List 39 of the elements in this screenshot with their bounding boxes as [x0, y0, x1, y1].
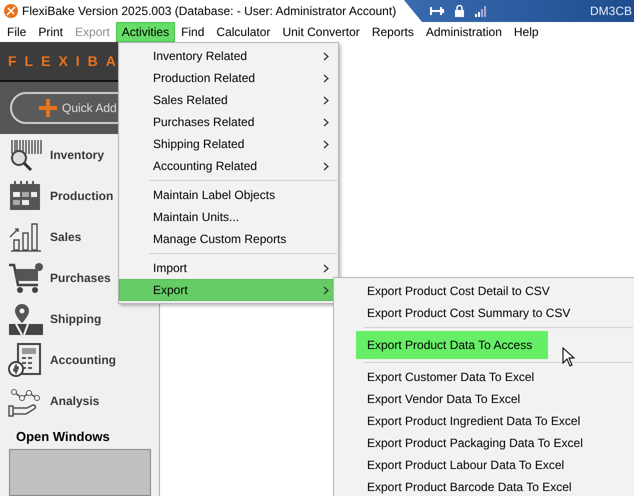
app-logo-icon	[4, 4, 18, 18]
menu-item[interactable]: File	[1, 22, 32, 42]
menu-item[interactable]: Export Vendor Data To Excel	[356, 388, 532, 410]
mouse-pointer-icon	[562, 347, 576, 368]
machine-name: DM3CB	[590, 3, 633, 20]
plus-icon	[38, 98, 58, 118]
menu-item[interactable]: Reports	[366, 22, 420, 42]
menu-item[interactable]: Export Product Labour Data To Excel	[356, 454, 576, 476]
menu-item[interactable]: Maintain Units...	[119, 206, 338, 228]
menu-item[interactable]: Print	[32, 22, 70, 42]
shopping-cart-icon	[8, 260, 44, 294]
window-title: FlexiBake Version 2025.003 (Database: - User: Administrator Account)	[21, 3, 396, 20]
menu-item[interactable]: Help	[508, 22, 545, 42]
sidebar-item[interactable]: Analysis	[0, 380, 159, 421]
map-pin-icon	[8, 302, 44, 336]
menu-item[interactable]: Calculator	[210, 22, 276, 42]
menu-item[interactable]: Export Product Packaging Data To Excel	[356, 432, 595, 454]
menu-item[interactable]: Export Product Cost Detail to CSV	[356, 280, 562, 302]
menu-item[interactable]: Find	[175, 22, 210, 42]
menu-item[interactable]: Accounting Related	[119, 155, 338, 177]
signal-icon[interactable]	[475, 5, 487, 17]
open-windows-heading: Open Windows	[16, 428, 111, 446]
lock-icon[interactable]	[454, 5, 465, 17]
menu-item[interactable]: Administration	[420, 22, 508, 42]
menu-item[interactable]: Export Product Data To Access	[356, 331, 548, 359]
menu-item[interactable]: Export Customer Data To Excel	[356, 366, 546, 388]
calculator-icon	[8, 342, 44, 376]
menu-item[interactable]: Manage Custom Reports	[119, 228, 338, 250]
menu-item[interactable]: Export Product Cost Summary to CSV	[356, 302, 582, 324]
menu-item[interactable]: Export Product Barcode Data To Excel	[356, 476, 584, 496]
menu-item[interactable]: Shipping Related	[119, 133, 338, 155]
sidebar-item[interactable]: Shipping	[0, 298, 159, 339]
barcode-magnifier-icon	[8, 138, 44, 172]
menu-item[interactable]: Import	[119, 257, 338, 279]
sidebar-item[interactable]: Accounting	[0, 339, 159, 380]
menu-item[interactable]: Export Product Ingredient Data To Excel	[356, 410, 592, 432]
menu-item[interactable]: Unit Convertor	[276, 22, 366, 42]
menu-item[interactable]: Activities	[116, 22, 176, 42]
menu-item[interactable]: Maintain Label Objects	[119, 184, 338, 206]
